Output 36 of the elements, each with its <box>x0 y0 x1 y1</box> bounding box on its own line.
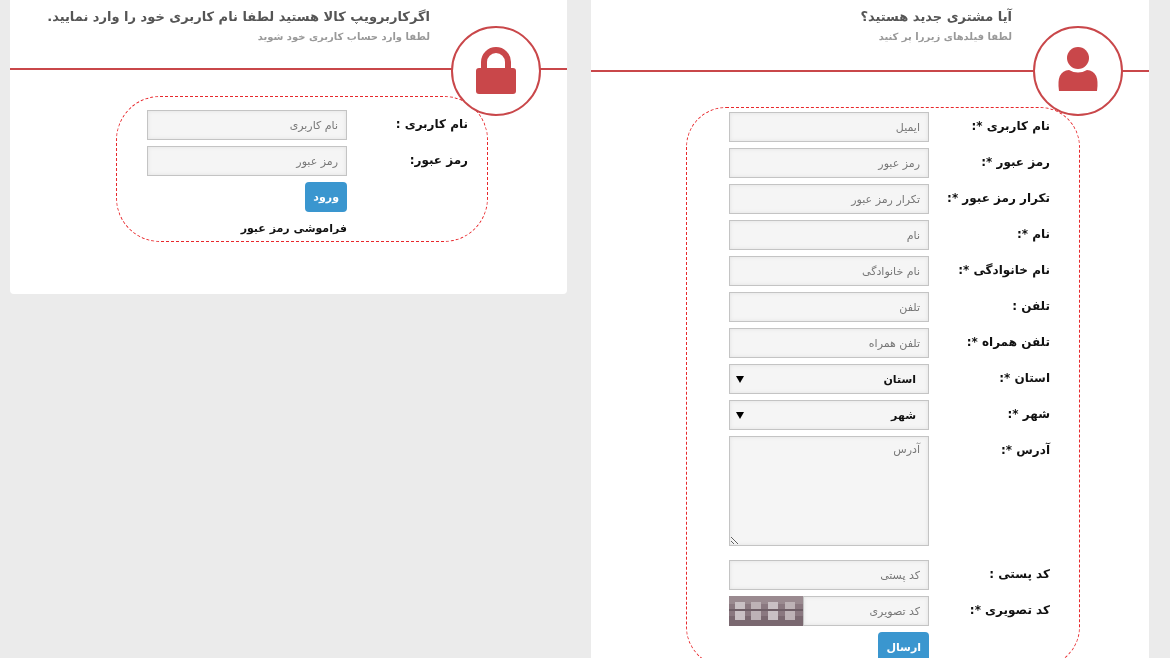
lock-icon <box>474 47 518 95</box>
section-subtitle: لطفا فیلدهای زیررا پر کنید <box>877 31 1012 42</box>
forgot-password-link[interactable]: فراموشی رمز عبور <box>240 222 347 235</box>
section-title: اگرکاربرویپ کالا هستید لطفا نام کاربری خود را وارد نمایید. <box>46 9 430 24</box>
input-field[interactable]: ایمیل <box>729 112 929 142</box>
field-label: نام خانوادگی *: <box>957 262 1050 277</box>
field-label: کد تصویری *: <box>968 602 1050 617</box>
field-label: کد پستی : <box>988 566 1050 581</box>
section-title: آیا مشتری جدید هستید؟ <box>859 9 1012 24</box>
section-subtitle: لطفا وارد حساب کاربری خود شوید <box>256 31 430 42</box>
input-field[interactable]: نام کاربری <box>147 110 347 140</box>
field-label: تلفن : <box>1011 298 1050 313</box>
dropdown[interactable]: شهر <box>729 400 929 430</box>
caret-icon <box>736 411 744 419</box>
field-label: آدرس *: <box>1000 441 1050 457</box>
input-field[interactable]: نام خانوادگی <box>729 256 929 286</box>
dropdown[interactable]: استان <box>729 364 929 394</box>
input-field[interactable]: تلفن همراه <box>729 328 929 358</box>
input-field[interactable]: نام <box>729 220 929 250</box>
field-label: نام کاربری : <box>394 116 468 131</box>
input-field[interactable]: کد تصویری <box>803 596 929 626</box>
input-field[interactable]: رمز عبور <box>729 148 929 178</box>
field-label: رمز عبور: <box>408 152 468 167</box>
field-label: شهر *: <box>1006 406 1050 421</box>
input-field[interactable]: تکرار رمز عبور <box>729 184 929 214</box>
field-label: رمز عبور *: <box>980 154 1050 169</box>
input-field[interactable]: تلفن <box>729 292 929 322</box>
address-field[interactable]: آدرس <box>729 436 929 546</box>
input-field[interactable]: رمز عبور <box>147 146 347 176</box>
caret-icon <box>736 375 744 383</box>
field-label: تکرار رمز عبور *: <box>946 190 1050 205</box>
input-field[interactable]: کد پستی <box>729 560 929 590</box>
field-label: نام کاربری *: <box>970 118 1050 133</box>
field-label: نام *: <box>1015 226 1050 241</box>
field-label: تلفن همراه *: <box>965 334 1050 349</box>
field-label: استان *: <box>998 370 1050 385</box>
